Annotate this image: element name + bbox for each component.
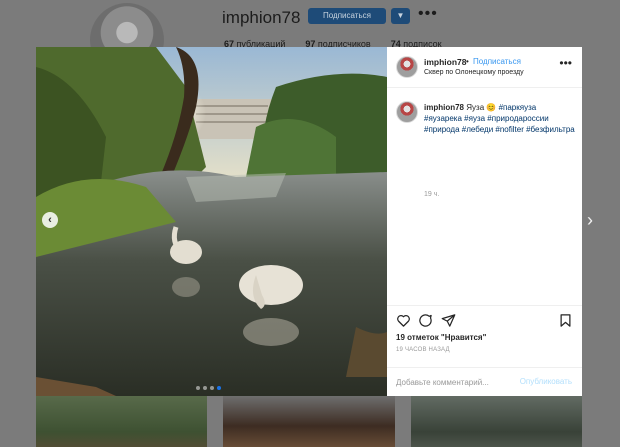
next-post-arrow[interactable]: › xyxy=(587,211,593,229)
profile-grid xyxy=(36,396,582,447)
carousel-dot xyxy=(203,386,207,390)
carousel-dot xyxy=(210,386,214,390)
carousel-dot-active xyxy=(217,386,221,390)
caption: imphion78 Яуза 😊 #паркяуза #яузарека #яу… xyxy=(424,102,576,135)
hashtag[interactable]: #яузарека xyxy=(424,114,462,123)
publish-button[interactable]: Опубликовать xyxy=(520,377,572,386)
hashtag[interactable]: #природароссии xyxy=(487,114,548,123)
hashtag[interactable]: #лебеди xyxy=(462,125,493,134)
share-icon[interactable] xyxy=(441,313,456,328)
more-options-icon[interactable]: ••• xyxy=(559,57,572,69)
grid-thumbnail[interactable] xyxy=(36,396,208,447)
comment-input[interactable] xyxy=(396,376,506,388)
prev-photo-button[interactable]: ‹ xyxy=(42,212,58,228)
profile-username: imphion78 xyxy=(222,8,301,27)
chevron-down-icon: ▼ xyxy=(396,11,405,20)
grid-thumbnail[interactable] xyxy=(410,396,582,447)
author-username[interactable]: imphion78 xyxy=(424,57,467,67)
location-link[interactable]: Сквер по Олонецкому проезду xyxy=(424,69,524,76)
bookmark-icon[interactable] xyxy=(558,313,573,328)
post-actions: 19 отметок "Нравится" 19 ЧАСОВ НАЗАД xyxy=(387,305,582,367)
post-header: imphion78 • Подписаться Сквер по Олонецк… xyxy=(387,47,582,88)
hashtag[interactable]: #безфильтра xyxy=(526,125,575,134)
profile-dropdown-button[interactable]: ▼ xyxy=(391,8,410,24)
profile-follow-button[interactable]: Подписаться xyxy=(308,8,386,24)
caption-text: Яуза 😊 xyxy=(466,103,497,112)
posted-time[interactable]: 19 ЧАСОВ НАЗАД xyxy=(396,347,450,353)
hashtag[interactable]: #паркяуза xyxy=(499,103,537,112)
separator-dot: • xyxy=(466,57,469,66)
carousel-dot xyxy=(196,386,200,390)
comments-area: imphion78 Яуза 😊 #паркяуза #яузарека #яу… xyxy=(387,88,582,305)
caption-username[interactable]: imphion78 xyxy=(424,103,464,112)
grid-thumbnail[interactable] xyxy=(223,396,395,447)
caption-timestamp[interactable]: 19 ч. xyxy=(424,191,439,198)
carousel-indicator xyxy=(196,386,221,390)
more-horizontal-icon[interactable]: ••• xyxy=(418,5,438,23)
author-avatar[interactable] xyxy=(396,56,418,78)
likes-count[interactable]: 19 отметок "Нравится" xyxy=(396,333,486,342)
follow-link[interactable]: Подписаться xyxy=(473,57,521,66)
chevron-left-icon: ‹ xyxy=(48,214,52,226)
post-photo[interactable]: ‹ xyxy=(36,47,387,396)
hashtag[interactable]: #яуза xyxy=(464,114,485,123)
chevron-right-icon: › xyxy=(587,210,593,230)
heart-icon[interactable] xyxy=(396,313,411,328)
river-swans-photo xyxy=(36,47,387,396)
hashtag[interactable]: #природа xyxy=(424,125,460,134)
post-sidebar: imphion78 • Подписаться Сквер по Олонецк… xyxy=(387,47,582,396)
caption-author-avatar[interactable] xyxy=(396,101,418,123)
hashtag[interactable]: #nofilter xyxy=(495,125,523,134)
comment-icon[interactable] xyxy=(418,313,433,328)
add-comment-bar: Опубликовать xyxy=(387,367,582,396)
post-modal: ‹ imphion78 • Подписаться Сквер по Олоне… xyxy=(36,47,582,396)
